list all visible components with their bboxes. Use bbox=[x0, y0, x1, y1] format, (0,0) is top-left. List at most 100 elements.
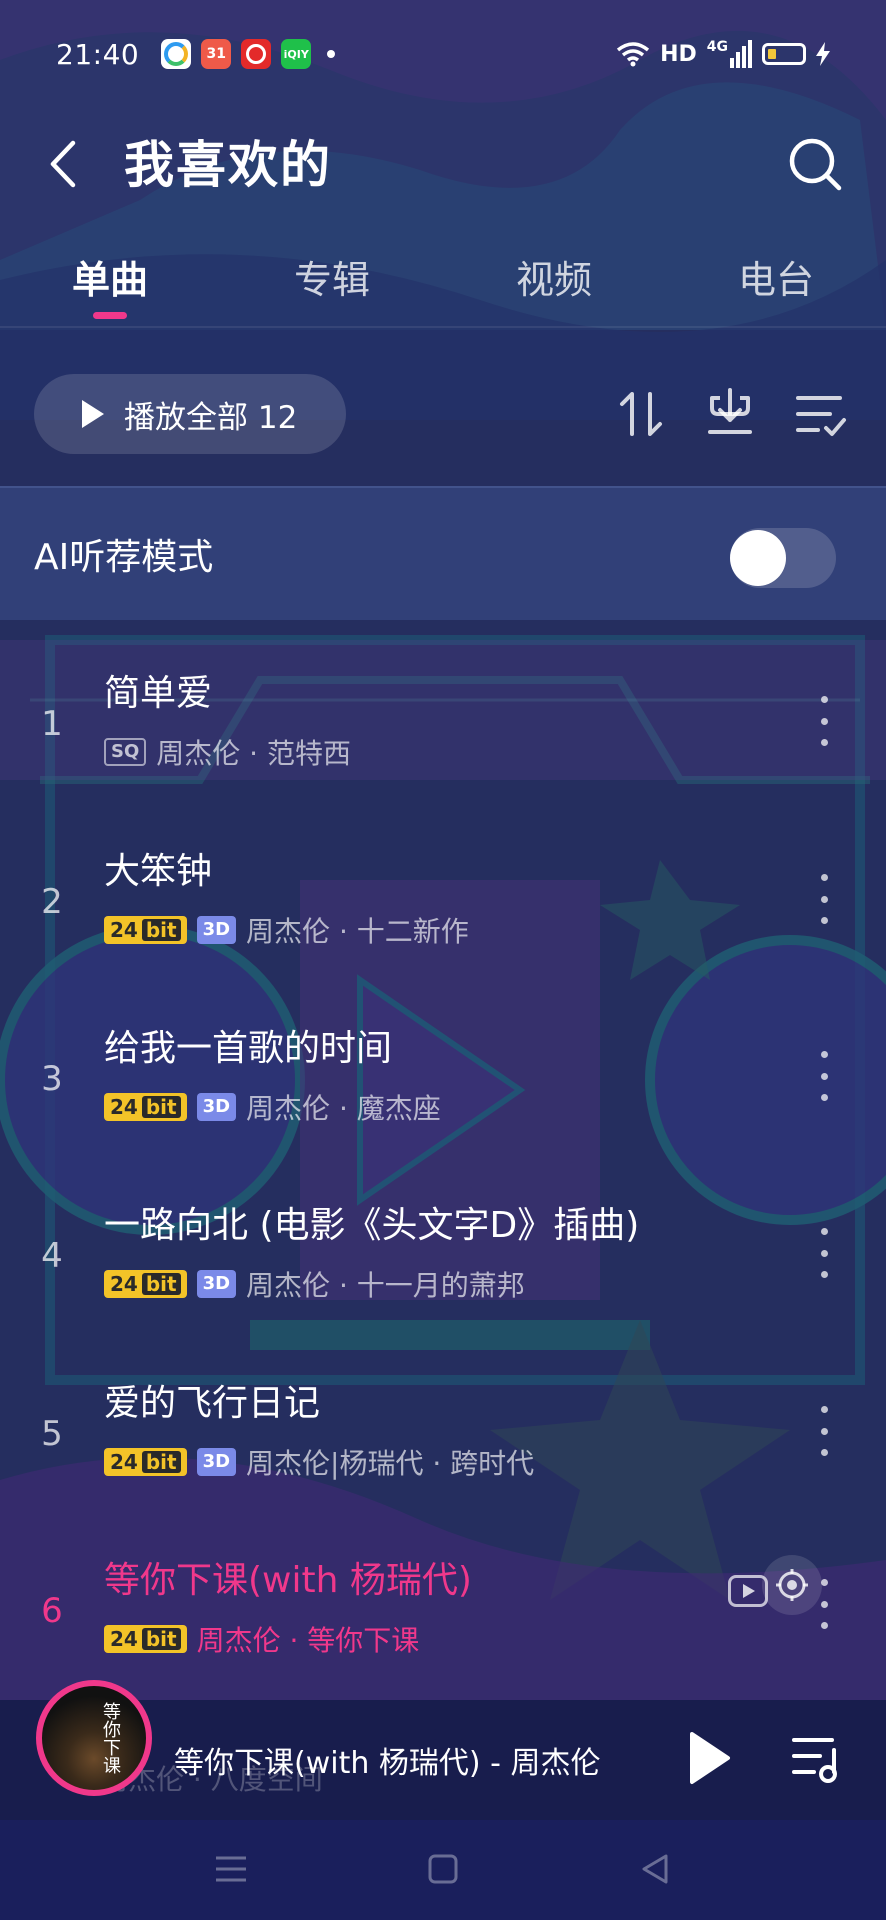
sort-button[interactable] bbox=[612, 384, 672, 444]
song-title: 给我一首歌的时间 bbox=[104, 1028, 393, 1069]
3d-badge: 3D bbox=[196, 1270, 237, 1298]
song-row[interactable]: 4 一路向北 (电影《头文字D》插曲) 24 bit 3D 周杰伦 · 十一月的萧… bbox=[0, 1184, 886, 1354]
song-index: 4 bbox=[41, 1236, 63, 1276]
album-cover[interactable]: 等你下课 bbox=[36, 1680, 152, 1796]
play-all-button[interactable]: 播放全部 12 bbox=[34, 374, 346, 454]
more-options-button[interactable] bbox=[812, 1228, 836, 1278]
24bit-badge: 24 bit bbox=[104, 1625, 187, 1653]
search-button[interactable] bbox=[785, 134, 845, 194]
song-meta: 24 bit 3D 周杰伦 · 十二新作 bbox=[104, 910, 469, 950]
more-options-button[interactable] bbox=[812, 1406, 836, 1456]
more-notifications-dot bbox=[327, 50, 336, 58]
more-options-button[interactable] bbox=[812, 1051, 836, 1101]
24bit-badge: 24 bit bbox=[104, 916, 187, 944]
song-title: 一路向北 (电影《头文字D》插曲) bbox=[104, 1205, 640, 1246]
app-header: 我喜欢的 bbox=[0, 108, 886, 228]
iqiyi-icon: iQIY bbox=[281, 39, 312, 69]
more-options-button[interactable] bbox=[812, 696, 836, 746]
song-meta: SQ 周杰伦 · 范特西 bbox=[104, 732, 351, 772]
24bit-badge: 24 bit bbox=[104, 1270, 187, 1298]
multi-select-icon bbox=[796, 396, 846, 436]
song-artist: 周杰伦|杨瑞代 · 跨时代 bbox=[246, 1447, 535, 1480]
song-row[interactable]: 1 简单爱 SQ 周杰伦 · 范特西 bbox=[0, 652, 886, 822]
wifi-icon bbox=[616, 42, 650, 67]
song-meta: 24 bit 3D 周杰伦 · 魔杰座 bbox=[104, 1087, 441, 1127]
netease-music-icon bbox=[241, 39, 272, 69]
song-index: 2 bbox=[41, 882, 63, 922]
tab-singles[interactable]: 单曲 bbox=[30, 248, 190, 318]
song-index: 3 bbox=[41, 1059, 63, 1099]
toggle-knob bbox=[730, 530, 786, 586]
play-all-label: 播放全部 12 bbox=[124, 399, 298, 436]
page-title: 我喜欢的 bbox=[124, 136, 332, 194]
locate-icon bbox=[776, 1569, 808, 1601]
song-artist: 周杰伦 · 魔杰座 bbox=[246, 1092, 441, 1125]
search-icon bbox=[789, 138, 842, 191]
back-arrow-icon bbox=[50, 140, 76, 188]
tab-videos[interactable]: 视频 bbox=[474, 248, 634, 318]
more-options-button[interactable] bbox=[812, 1579, 836, 1629]
charging-icon bbox=[816, 42, 830, 66]
recent-apps-button[interactable] bbox=[206, 1844, 256, 1894]
playlist-queue-button[interactable] bbox=[790, 1730, 846, 1786]
song-title: 大笨钟 bbox=[104, 851, 213, 892]
notification-icons: 31 iQIY bbox=[161, 39, 336, 69]
24bit-badge: 24 bit bbox=[104, 1093, 187, 1121]
song-row[interactable]: 5 爱的飞行日记 24 bit 3D 周杰伦|杨瑞代 · 跨时代 bbox=[0, 1362, 886, 1532]
song-artist: 周杰伦 · 十一月的萧邦 bbox=[246, 1269, 525, 1302]
song-artist: 周杰伦 · 十二新作 bbox=[246, 915, 469, 948]
24bit-badge: 24 bit bbox=[104, 1448, 187, 1476]
play-icon bbox=[690, 1732, 730, 1784]
song-artist: 周杰伦 · 等你下课 bbox=[196, 1624, 420, 1657]
home-button[interactable] bbox=[418, 1844, 468, 1894]
3d-badge: 3D bbox=[196, 1448, 237, 1476]
song-title: 简单爱 bbox=[104, 673, 213, 714]
song-artist: 周杰伦 · 范特西 bbox=[156, 737, 351, 770]
song-row[interactable]: 3 给我一首歌的时间 24 bit 3D 周杰伦 · 魔杰座 bbox=[0, 1007, 886, 1177]
multi-select-button[interactable] bbox=[790, 384, 850, 444]
download-button[interactable] bbox=[700, 384, 760, 444]
system-back-button[interactable] bbox=[630, 1844, 680, 1894]
ai-mode-label: AI听荐模式 bbox=[34, 537, 214, 578]
tab-radio[interactable]: 电台 bbox=[696, 248, 856, 318]
category-tabs: 单曲 专辑 视频 电台 bbox=[0, 248, 886, 328]
play-icon bbox=[82, 400, 104, 428]
cover-title: 等你下课 bbox=[100, 1702, 121, 1774]
status-bar: 21:40 31 iQIY HD 4G bbox=[0, 0, 886, 108]
ai-mode-bar: AI听荐模式 bbox=[0, 486, 886, 620]
status-time: 21:40 bbox=[56, 37, 140, 71]
more-options-button[interactable] bbox=[812, 874, 836, 924]
song-index: 6 bbox=[41, 1591, 63, 1631]
3d-badge: 3D bbox=[196, 1093, 237, 1121]
song-meta: 24 bit 3D 周杰伦 · 十一月的萧邦 bbox=[104, 1264, 525, 1304]
hd-label: HD bbox=[660, 41, 697, 67]
active-tab-indicator bbox=[93, 312, 127, 319]
song-index: 5 bbox=[41, 1414, 63, 1454]
song-title: 等你下课(with 杨瑞代) bbox=[104, 1560, 472, 1601]
song-row-now-playing[interactable]: 6 等你下课(with 杨瑞代) 24 bit 周杰伦 · 等你下课 bbox=[0, 1539, 886, 1709]
back-triangle-icon bbox=[642, 1854, 668, 1884]
playlist-icon bbox=[792, 1738, 837, 1783]
system-nav-bar bbox=[0, 1820, 886, 1920]
back-button[interactable] bbox=[42, 134, 82, 194]
sort-icon bbox=[620, 392, 662, 436]
now-playing-title: 等你下课(with 杨瑞代) - 周杰伦 bbox=[174, 1746, 601, 1781]
song-title: 爱的飞行日记 bbox=[104, 1383, 321, 1424]
tab-albums[interactable]: 专辑 bbox=[252, 248, 412, 318]
song-index: 1 bbox=[41, 704, 63, 744]
cell-signal-icon: 4G bbox=[707, 40, 752, 68]
battery-icon bbox=[762, 43, 806, 65]
song-meta: 24 bit 周杰伦 · 等你下课 bbox=[104, 1619, 419, 1659]
calendar-icon: 31 bbox=[201, 39, 232, 69]
mini-play-button[interactable] bbox=[688, 1730, 732, 1786]
song-meta: 24 bit 3D 周杰伦|杨瑞代 · 跨时代 bbox=[104, 1442, 534, 1482]
baidu-app-icon bbox=[161, 39, 192, 69]
tab-divider bbox=[0, 326, 886, 328]
home-square-icon bbox=[428, 1854, 458, 1884]
sq-badge: SQ bbox=[104, 738, 147, 766]
ai-mode-toggle[interactable] bbox=[730, 528, 836, 588]
3d-badge: 3D bbox=[196, 916, 237, 944]
song-row[interactable]: 2 大笨钟 24 bit 3D 周杰伦 · 十二新作 bbox=[0, 830, 886, 1000]
download-icon bbox=[708, 388, 752, 434]
menu-icon bbox=[216, 1856, 246, 1882]
